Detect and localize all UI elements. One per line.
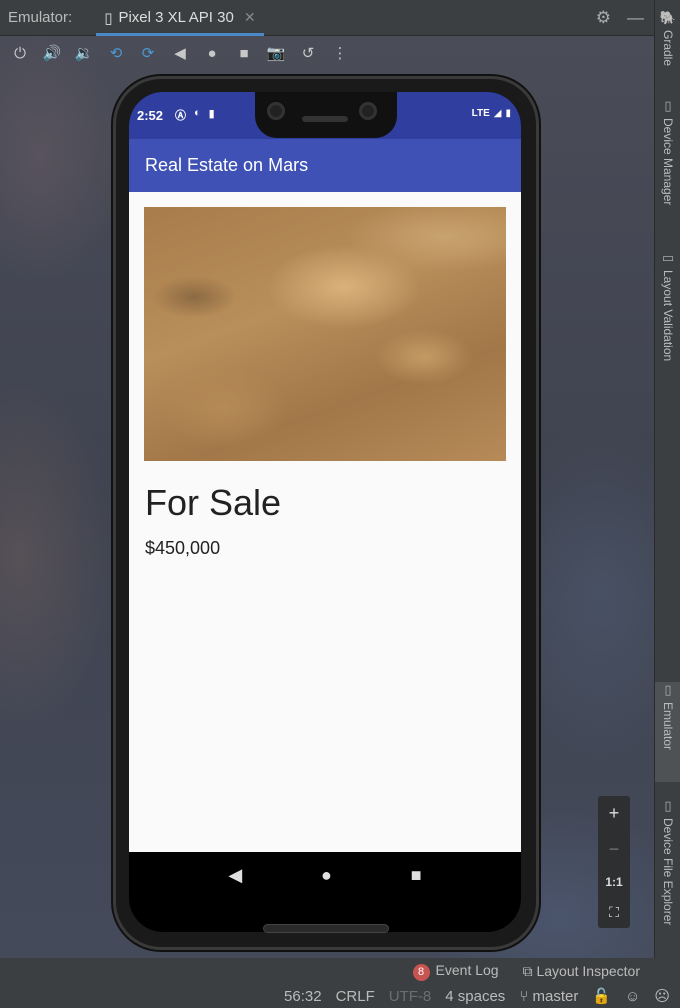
front-camera-icon [267,102,285,120]
device-icon: ▯ [664,98,672,113]
app-title: Real Estate on Mars [145,155,309,175]
device-bottom-speaker [263,924,389,933]
event-log-button[interactable]: 8 Event Log [412,961,499,981]
signal-icon: ◢ [493,108,502,119]
rotate-left-icon[interactable]: ⟲ [102,39,130,67]
sidebar-item-layout-validation[interactable]: ▭ Layout Validation [655,250,680,361]
line-separator[interactable]: CRLF [336,988,375,1005]
gear-icon[interactable]: ⚙ [596,8,611,28]
file-icon: ▯ [664,798,672,813]
phone-icon: ▯ [104,9,113,27]
file-encoding[interactable]: UTF-8 [389,988,432,1005]
fit-screen-icon[interactable]: ⛶ [609,904,619,921]
listing-type: For Sale [145,482,282,523]
tab-device[interactable]: ▯ Pixel 3 XL API 30 ✕ [96,0,264,36]
device-screen[interactable]: 2:52 Ⓐ ◐ ▮ LTE ◢ ▮ Real Estate on Mars F… [129,92,521,898]
emulator-tab-bar: Emulator: ▯ Pixel 3 XL API 30 ✕ ⚙ — [0,0,654,36]
screenshot-icon[interactable]: 📷 [262,39,290,67]
nav-recents-icon[interactable]: ■ [411,865,422,886]
listing-price: $450,000 [145,538,221,558]
notification-a-icon: Ⓐ [175,110,186,122]
layout-inspector-button[interactable]: ⧉ Layout Inspector [523,963,640,980]
volume-down-icon[interactable]: 🔉 [70,39,98,67]
happy-face-icon[interactable]: ☺ [625,988,640,1005]
actual-size-button[interactable]: 1:1 [605,875,622,889]
detail-content: For Sale $450,000 [129,192,521,852]
android-nav-bar: ◀ ● ■ [129,852,521,898]
elephant-icon: 🐘 [659,10,677,25]
sidebar-item-label: Gradle [661,30,675,67]
sidebar-item-label: Layout Validation [661,270,675,362]
emulator-label: Emulator: [8,9,73,26]
event-log-label: Event Log [435,961,499,978]
layout-inspector-label: Layout Inspector [536,962,640,979]
event-count-badge: 8 [412,963,430,981]
mars-property-photo [144,207,506,461]
rotate-right-icon[interactable]: ⟳ [134,39,162,67]
network-label: LTE [471,108,490,119]
sidebar-item-gradle[interactable]: 🐘 Gradle [655,10,680,66]
lock-icon[interactable]: 🔓 [592,987,611,1005]
front-camera-icon [359,102,377,120]
overview-icon[interactable]: ■ [230,39,258,67]
zoom-controls: + − 1:1 ⛶ [598,796,630,928]
zoom-in-button[interactable]: + [609,803,620,824]
device-frame: 2:52 Ⓐ ◐ ▮ LTE ◢ ▮ Real Estate on Mars F… [113,76,539,950]
battery-icon: ▮ [505,108,511,119]
notification-d-icon: ◐ [194,107,201,119]
sidebar-item-label: Device Manager [661,118,675,206]
power-icon[interactable]: ⏻ [6,39,34,67]
close-icon[interactable]: ✕ [244,9,256,26]
indent-setting[interactable]: 4 spaces [445,988,505,1005]
minimize-icon[interactable]: — [627,8,644,28]
more-icon[interactable]: ⋮ [326,39,354,67]
status-time: 2:52 [137,108,164,123]
nav-back-icon[interactable]: ◀ [228,865,242,886]
emulator-toolbar: ⏻ 🔊 🔉 ⟲ ⟳ ◀ ● ■ 📷 ↺ ⋮ [0,37,654,69]
sidebar-item-emulator[interactable]: ▯ Emulator [655,682,680,782]
camera-notch [255,92,397,138]
sidebar-item-label: Emulator [661,702,675,751]
emulator-icon: ▯ [664,682,672,697]
device-bezel: 2:52 Ⓐ ◐ ▮ LTE ◢ ▮ Real Estate on Mars F… [129,92,521,932]
volume-up-icon[interactable]: 🔊 [38,39,66,67]
tool-window-bar: 8 Event Log ⧉ Layout Inspector [0,958,680,984]
home-icon[interactable]: ● [198,39,226,67]
git-branch-label: master [532,987,579,1005]
caret-position[interactable]: 56:32 [284,988,322,1005]
sidebar-item-device-manager[interactable]: ▯ Device Manager [655,98,680,205]
sidebar-item-device-file-explorer[interactable]: ▯ Device File Explorer [655,798,680,925]
zoom-out-button[interactable]: − [609,839,620,860]
nav-home-icon[interactable]: ● [321,865,332,886]
earpiece-speaker [302,116,348,122]
sad-face-icon[interactable]: ☹ [654,987,670,1005]
branch-icon: ⑂ [519,987,529,1005]
app-bar: Real Estate on Mars [129,139,521,192]
layout-icon: ▭ [661,250,675,265]
device-tab-label: Pixel 3 XL API 30 [118,9,234,26]
right-tool-sidebar: 🐘 Gradle ▯ Device Manager ▭ Layout Valid… [654,0,680,958]
sidebar-item-label: Device File Explorer [661,818,675,926]
back-icon[interactable]: ◀ [166,39,194,67]
git-branch[interactable]: ⑂ master [519,988,578,1005]
layout-inspector-icon: ⧉ [522,962,533,979]
snapshot-icon[interactable]: ↺ [294,39,322,67]
ide-status-bar: 56:32 CRLF UTF-8 4 spaces ⑂ master 🔓 ☺ ☹ [0,984,680,1008]
sd-card-icon: ▮ [208,108,215,120]
